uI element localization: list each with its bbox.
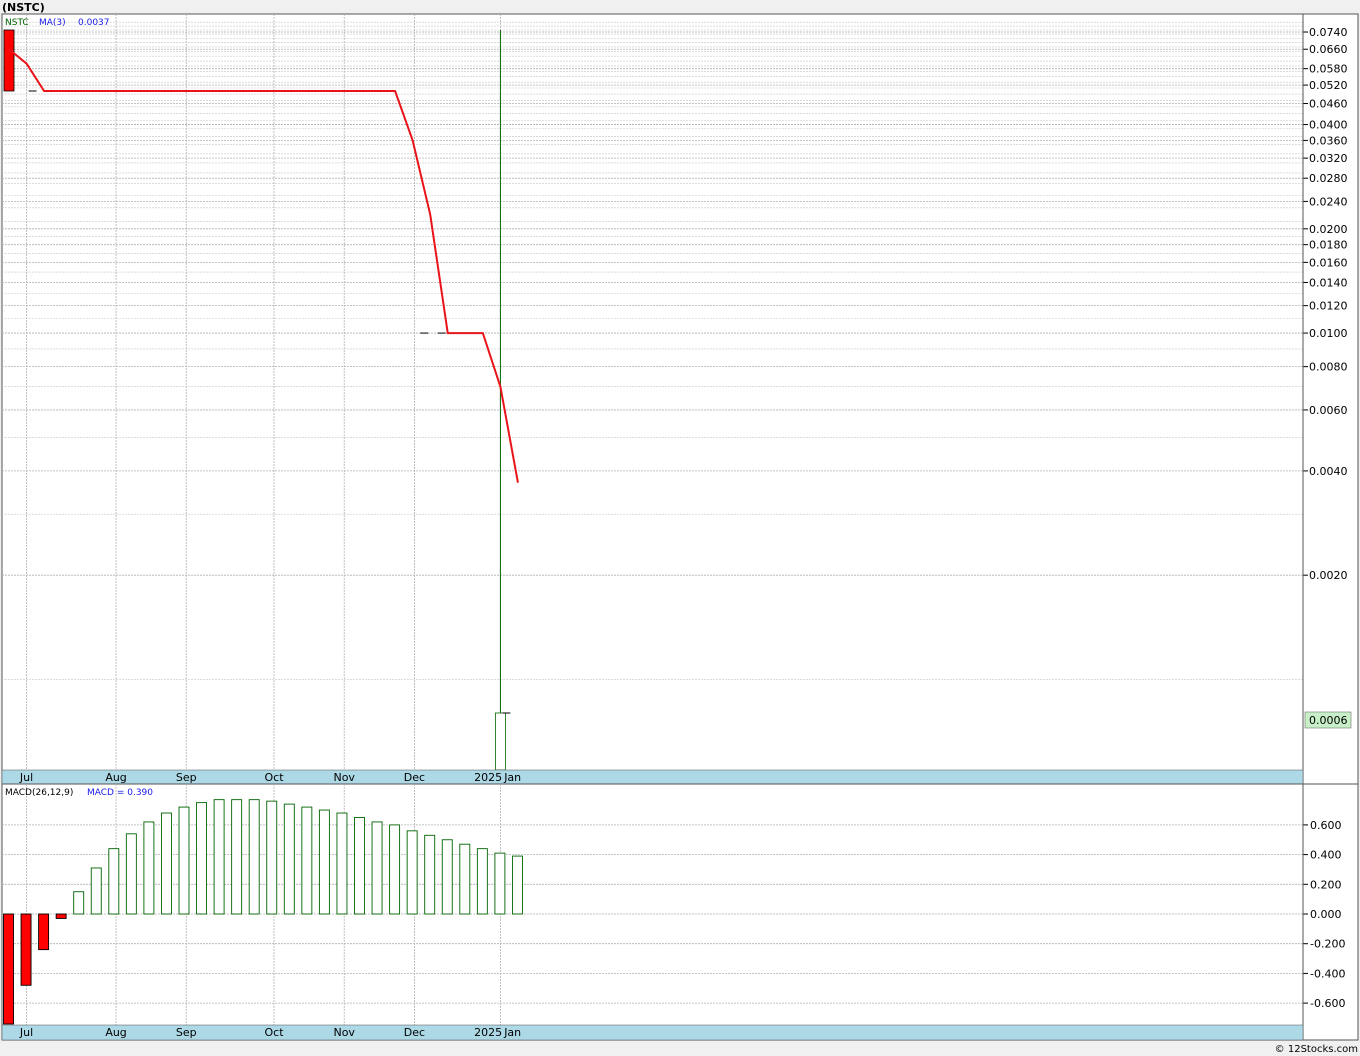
macd-bar	[406, 830, 418, 915]
macd-x-axis-band	[1, 1024, 1304, 1041]
macd-bar	[143, 821, 155, 915]
macd-bar	[231, 799, 243, 915]
macd-bar	[20, 913, 32, 986]
macd-bar	[3, 913, 14, 1025]
price-y-tick-label: 0.0360	[1309, 134, 1348, 147]
price-y-tick-label: 0.0020	[1309, 569, 1348, 582]
macd-bar	[459, 843, 471, 915]
price-x-tick-label: Oct	[264, 771, 284, 784]
macd-bar	[213, 799, 225, 915]
last-price-label: 0.0006	[1309, 714, 1348, 727]
macd-bar	[336, 812, 348, 915]
macd-bar	[108, 848, 120, 915]
macd-bar	[248, 799, 260, 915]
macd-y-tick-label: 0.400	[1310, 849, 1342, 862]
macd-bar	[318, 809, 330, 915]
price-x-tick-label: Jul	[19, 771, 33, 784]
candle-body	[3, 29, 15, 92]
macd-bar	[196, 802, 208, 915]
price-x-tick-label: Aug	[105, 771, 126, 784]
macd-bar	[494, 852, 506, 915]
macd-x-tick-label: Sep	[176, 1026, 197, 1039]
price-x-axis-band	[1, 769, 1304, 785]
ticker-header: (NSTC)	[2, 1, 45, 14]
price-x-tick-label: Jan	[503, 771, 521, 784]
macd-legend-value: MACD = 0.390	[87, 788, 153, 798]
price-legend-symbol: NSTC	[5, 18, 29, 28]
macd-y-tick-label: -0.600	[1310, 997, 1345, 1010]
price-y-tick-label: 0.0080	[1309, 361, 1348, 374]
macd-bar	[178, 806, 190, 915]
price-y-tick-label: 0.0320	[1309, 152, 1348, 165]
macd-y-tick-label: 0.200	[1310, 878, 1342, 891]
price-y-tick-label: 0.0040	[1309, 465, 1348, 478]
macd-bar	[424, 834, 436, 915]
macd-bar	[160, 812, 172, 915]
stock-chart: 0.0740 0.0660 0.0580 0.0520 0.0460 0.0400 0.03…	[1, 1, 1359, 1055]
price-y-tick-label: 0.0160	[1309, 256, 1348, 269]
macd-bar	[283, 803, 295, 915]
macd-bar	[476, 848, 488, 915]
price-x-tick-label: Dec	[404, 771, 425, 784]
macd-y-tick-label: 0.600	[1310, 819, 1342, 832]
price-y-tick-label: 0.0660	[1309, 43, 1348, 56]
price-y-tick-label: 0.0060	[1309, 404, 1348, 417]
macd-bar	[55, 913, 67, 919]
macd-x-tick-label: 2025	[474, 1026, 502, 1039]
candle-body	[494, 712, 506, 771]
macd-bar	[354, 817, 365, 915]
macd-bar	[90, 867, 102, 915]
price-y-tick-label: 0.0280	[1309, 172, 1348, 185]
macd-bar	[371, 821, 383, 915]
macd-x-tick-label: Dec	[404, 1026, 425, 1039]
macd-y-tick-label: 0.000	[1310, 908, 1342, 921]
price-y-tick-label: 0.0120	[1309, 300, 1348, 313]
price-panel-background	[1, 13, 1359, 785]
price-y-tick-label: 0.0460	[1309, 98, 1348, 111]
price-y-tick-label: 0.0180	[1309, 239, 1348, 252]
macd-bar	[266, 800, 278, 915]
macd-bar	[301, 806, 313, 915]
price-y-tick-label: 0.0100	[1309, 327, 1348, 340]
price-y-tick-label: 0.0200	[1309, 223, 1348, 236]
price-y-tick-label: 0.0580	[1309, 63, 1348, 76]
footer-credit: © 12Stocks.com	[1275, 1044, 1358, 1055]
macd-x-tick-label: Jan	[503, 1026, 521, 1039]
macd-x-tick-label: Aug	[105, 1026, 126, 1039]
price-y-tick-label: 0.0520	[1309, 79, 1348, 92]
macd-x-tick-label: Oct	[264, 1026, 284, 1039]
price-legend-ma: MA(3)	[39, 18, 66, 28]
macd-bar	[441, 839, 453, 915]
macd-bar	[73, 891, 85, 915]
macd-x-tick-label: Nov	[333, 1026, 355, 1039]
price-y-tick-label: 0.0140	[1309, 276, 1348, 289]
price-legend-ma-value: 0.0037	[78, 18, 110, 28]
price-x-tick-label: 2025	[474, 771, 502, 784]
macd-bar	[512, 855, 523, 915]
price-x-tick-label: Sep	[176, 771, 197, 784]
macd-x-tick-label: Jul	[19, 1026, 33, 1039]
price-y-tick-label: 0.0400	[1309, 119, 1348, 132]
macd-bar	[125, 833, 137, 915]
macd-y-tick-label: -0.200	[1310, 938, 1345, 951]
macd-y-tick-label: -0.400	[1310, 967, 1345, 980]
macd-bar	[38, 913, 50, 951]
price-x-tick-label: Nov	[333, 771, 355, 784]
price-y-tick-label: 0.0740	[1309, 26, 1348, 39]
macd-bar	[389, 824, 401, 915]
macd-legend-label: MACD(26,12,9)	[5, 788, 73, 798]
price-y-tick-label: 0.0240	[1309, 195, 1348, 208]
